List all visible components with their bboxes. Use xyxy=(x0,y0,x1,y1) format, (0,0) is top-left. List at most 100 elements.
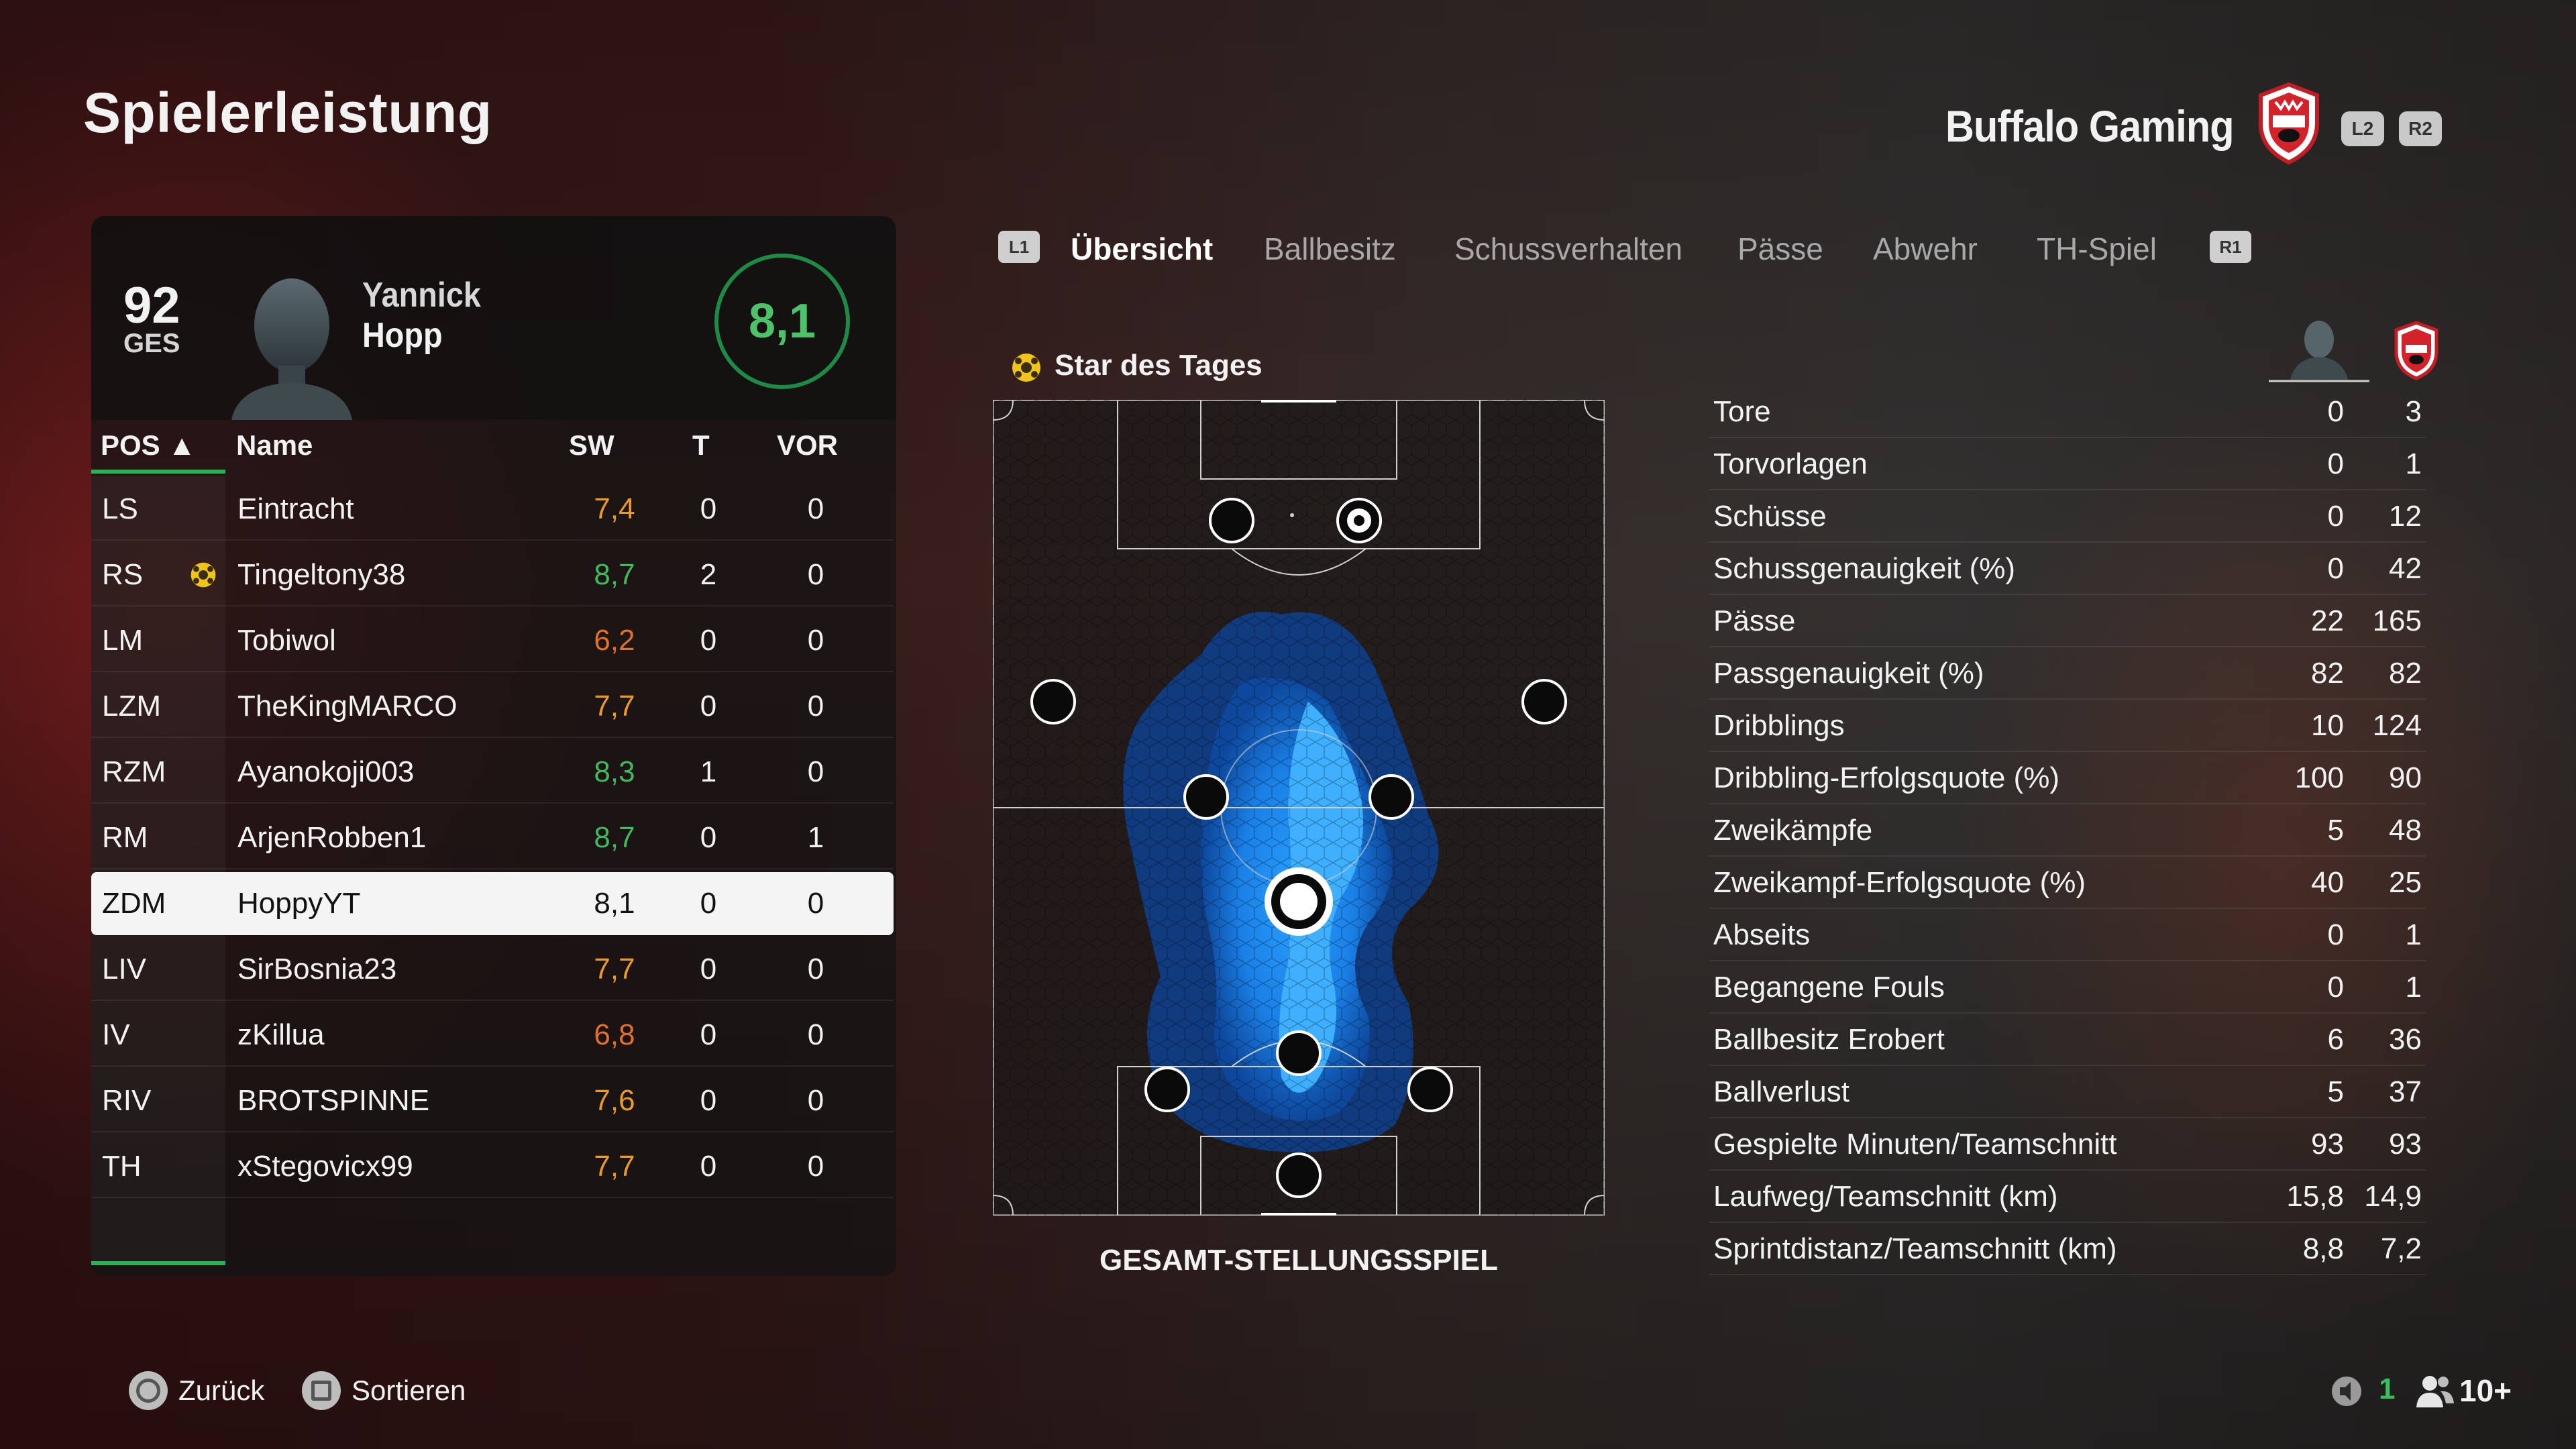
table-row[interactable]: LZM TheKingMARCO 7,7 0 0 xyxy=(91,675,894,738)
r1-button[interactable]: R1 xyxy=(2210,231,2251,263)
stat-team-value: 14,9 xyxy=(2364,1180,2422,1213)
table-row[interactable]: LIV SirBosnia23 7,7 0 0 xyxy=(91,938,894,1001)
table-row[interactable]: TH xStegovicx99 7,7 0 0 xyxy=(91,1135,894,1198)
row-assists: 0 xyxy=(807,690,824,722)
team-crest-icon xyxy=(2259,82,2319,165)
stat-player-value: 82 xyxy=(2311,657,2344,690)
row-goals: 0 xyxy=(700,953,717,985)
row-goals: 0 xyxy=(700,1150,717,1183)
table-row[interactable]: RIV BROTSPINNE 7,6 0 0 xyxy=(91,1069,894,1132)
team-name: Buffalo Gaming xyxy=(1945,101,2234,151)
row-player-name: zKillua xyxy=(237,1018,325,1051)
row-assists: 0 xyxy=(807,953,824,985)
row-position: RM xyxy=(102,821,148,854)
tab-th-spiel[interactable]: TH-Spiel xyxy=(2037,231,2157,267)
stat-label: Sprintdistanz/Teamschnitt (km) xyxy=(1713,1232,2117,1265)
row-rating: 6,8 xyxy=(594,1018,635,1051)
stat-team-value: 1 xyxy=(2405,918,2422,951)
table-row[interactable]: RZM Ayanokoji003 8,3 1 0 xyxy=(91,741,894,804)
stat-row: Abseits 0 1 xyxy=(1709,909,2426,961)
row-assists: 0 xyxy=(807,755,824,788)
stat-label: Dribbling-Erfolgsquote (%) xyxy=(1713,761,2059,794)
stat-team-value: 3 xyxy=(2405,395,2422,428)
table-row[interactable]: ZDM HoppyYT 8,1 0 0 xyxy=(91,872,894,935)
stat-team-value: 36 xyxy=(2389,1023,2422,1056)
header-t[interactable]: T xyxy=(692,429,710,462)
header-vor[interactable]: VOR xyxy=(777,429,838,462)
party-count: 10+ xyxy=(2459,1373,2512,1408)
header-pos[interactable]: POS ▲ xyxy=(101,429,196,462)
player-column-avatar xyxy=(2269,321,2369,382)
row-goals: 0 xyxy=(700,1018,717,1051)
row-goals: 0 xyxy=(700,492,717,525)
row-goals: 0 xyxy=(700,887,717,920)
stat-team-value: 37 xyxy=(2389,1075,2422,1108)
header-name[interactable]: Name xyxy=(236,429,313,462)
row-position: RIV xyxy=(102,1084,152,1117)
mic-count: 1 xyxy=(2379,1373,2396,1405)
tab-schussverhalten[interactable]: Schussverhalten xyxy=(1454,231,1682,267)
l2-button[interactable]: L2 xyxy=(2341,111,2384,146)
row-rating: 7,6 xyxy=(594,1084,635,1117)
row-goals: 0 xyxy=(700,690,717,722)
row-assists: 0 xyxy=(807,558,824,591)
stat-team-value: 48 xyxy=(2389,814,2422,847)
l1-button[interactable]: L1 xyxy=(998,231,1040,263)
table-row[interactable]: LM Tobiwol 6,2 0 0 xyxy=(91,609,894,672)
table-row[interactable]: RM ArjenRobben1 8,7 0 1 xyxy=(91,806,894,869)
scroll-indicator xyxy=(91,1261,225,1265)
stat-label: Zweikampf-Erfolgsquote (%) xyxy=(1713,866,2086,899)
row-player-name: Tobiwol xyxy=(237,624,336,657)
back-label: Zurück xyxy=(178,1375,265,1406)
header-sw[interactable]: SW xyxy=(569,429,614,462)
player-avatar xyxy=(231,278,352,420)
row-position: TH xyxy=(102,1150,142,1183)
stat-label: Tore xyxy=(1713,395,1771,428)
table-row[interactable]: IV zKillua 6,8 0 0 xyxy=(91,1004,894,1067)
stat-player-value: 0 xyxy=(2327,971,2344,1004)
row-position: RZM xyxy=(102,755,166,788)
stat-team-value: 1 xyxy=(2405,447,2422,480)
tab-ballbesitz[interactable]: Ballbesitz xyxy=(1264,231,1396,267)
sort-indicator xyxy=(91,470,225,474)
row-rating: 7,7 xyxy=(594,953,635,985)
back-hint[interactable]: Zurück xyxy=(129,1371,264,1410)
row-position: LS xyxy=(102,492,138,525)
row-goals: 0 xyxy=(700,624,717,657)
row-assists: 0 xyxy=(807,887,824,920)
sort-hint[interactable]: Sortieren xyxy=(302,1371,466,1410)
stat-row: Ballbesitz Erobert 6 36 xyxy=(1709,1014,2426,1066)
positioning-heatmap xyxy=(993,400,1605,1216)
star-of-the-day-label: Star des Tages xyxy=(1055,349,1263,382)
tab-paesse[interactable]: Pässe xyxy=(1737,231,1823,267)
row-assists: 0 xyxy=(807,1150,824,1183)
stat-team-value: 1 xyxy=(2405,971,2422,1004)
heatmap-caption: GESAMT-STELLUNGSSPIEL xyxy=(1099,1244,1499,1277)
player-first-name: Yannick xyxy=(362,276,481,315)
stat-player-value: 8,8 xyxy=(2302,1232,2344,1265)
row-assists: 0 xyxy=(807,1084,824,1117)
row-position: LIV xyxy=(102,953,147,985)
table-row[interactable]: LS Eintracht 7,4 0 0 xyxy=(91,478,894,541)
stat-row: Schussgenauigkeit (%) 0 42 xyxy=(1709,543,2426,595)
row-player-name: Eintracht xyxy=(237,492,354,525)
r2-button[interactable]: R2 xyxy=(2399,111,2442,146)
row-goals: 1 xyxy=(700,755,717,788)
row-player-name: BROTSPINNE xyxy=(237,1084,430,1117)
table-row[interactable]: RS Tingeltony38 8,7 2 0 xyxy=(91,543,894,606)
stat-team-value: 165 xyxy=(2372,604,2422,637)
stat-row: Zweikampf-Erfolgsquote (%) 40 25 xyxy=(1709,857,2426,909)
tab-abwehr[interactable]: Abwehr xyxy=(1873,231,1978,267)
stat-label: Begangene Fouls xyxy=(1713,971,1945,1004)
stat-team-value: 82 xyxy=(2389,657,2422,690)
stat-player-value: 5 xyxy=(2327,814,2344,847)
row-rating: 7,7 xyxy=(594,1150,635,1183)
row-rating: 7,7 xyxy=(594,690,635,722)
stat-label: Gespielte Minuten/Teamschnitt xyxy=(1713,1128,2117,1161)
tab-uebersicht[interactable]: Übersicht xyxy=(1071,231,1213,267)
row-assists: 0 xyxy=(807,492,824,525)
stat-row: Zweikämpfe 5 48 xyxy=(1709,804,2426,857)
row-rating: 8,7 xyxy=(594,558,635,591)
row-player-name: Ayanokoji003 xyxy=(237,755,415,788)
stat-player-value: 0 xyxy=(2327,447,2344,480)
